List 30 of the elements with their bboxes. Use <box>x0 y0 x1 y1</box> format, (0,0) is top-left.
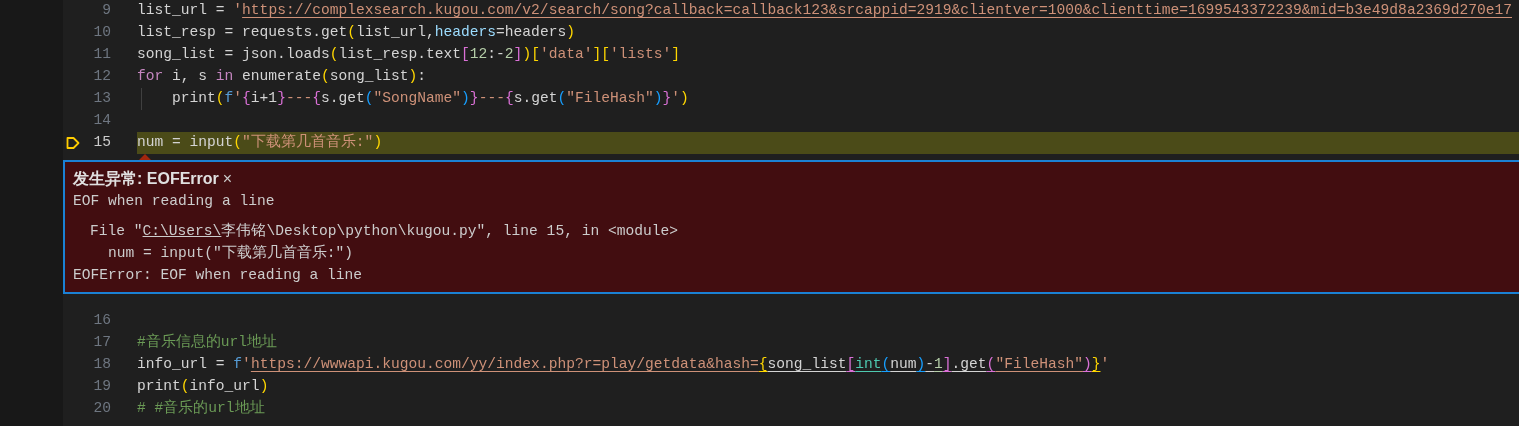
line-number: 11 <box>93 45 111 65</box>
exception-message: EOF when reading a line <box>73 192 276 211</box>
code-line: #音乐信息的url地址 <box>137 332 278 353</box>
line-number: 12 <box>93 67 111 87</box>
exception-summary: EOFError: EOF when reading a line <box>73 266 363 285</box>
traceback-line: File "C:\Users\李伟铭\Desktop\python\kugou.py", line 15, in <module> <box>89 221 679 241</box>
code-line: list_url = 'https://complexsearch.kugou.com/v2/search/song?callback=callback123&srcappid=2919&clientver=1000&clienttime=1699543372239&mid=b3e49d8a2369d270e17 <box>137 1 1512 21</box>
line-number: 20 <box>93 399 111 419</box>
line-number: 9 <box>102 1 111 21</box>
line-number: 16 <box>93 311 111 331</box>
code-line: print(info_url) <box>137 377 269 397</box>
line-number: 18 <box>93 355 111 375</box>
code-line: info_url = f'https://wwwapi.kugou.com/yy/index.php?r=play/getdata&hash={song_list[int(num)-1].get("FileHash")}' <box>137 355 1110 375</box>
line-number: 14 <box>93 111 111 131</box>
line-number: 13 <box>93 89 111 109</box>
code-line: num = input("下载第几首音乐:") <box>137 132 383 153</box>
code-line: list_resp = requests.get(list_url,headers=headers) <box>137 23 575 43</box>
code-line: song_list = json.loads(list_resp.text[12:-2])['data']['lists'] <box>137 45 681 65</box>
traceback-source: num = input("下载第几首音乐:") <box>107 243 355 263</box>
code-line: print(f'{i+1}---{s.get("SongName")}---{s.get("FileHash")}') <box>171 89 689 109</box>
code-line: for i, s in enumerate(song_list): <box>137 67 427 87</box>
line-number: 17 <box>93 333 111 353</box>
close-button[interactable]: × <box>222 167 233 191</box>
file-path-link[interactable]: C:\Users\ <box>142 223 222 239</box>
code-line: # #音乐的url地址 <box>137 398 265 419</box>
line-number: 15 <box>93 133 111 153</box>
line-number: 10 <box>93 23 111 43</box>
exception-title: 发生异常: EOFError <box>73 169 219 189</box>
line-number: 19 <box>93 377 111 397</box>
peek-pointer-icon <box>139 154 151 160</box>
